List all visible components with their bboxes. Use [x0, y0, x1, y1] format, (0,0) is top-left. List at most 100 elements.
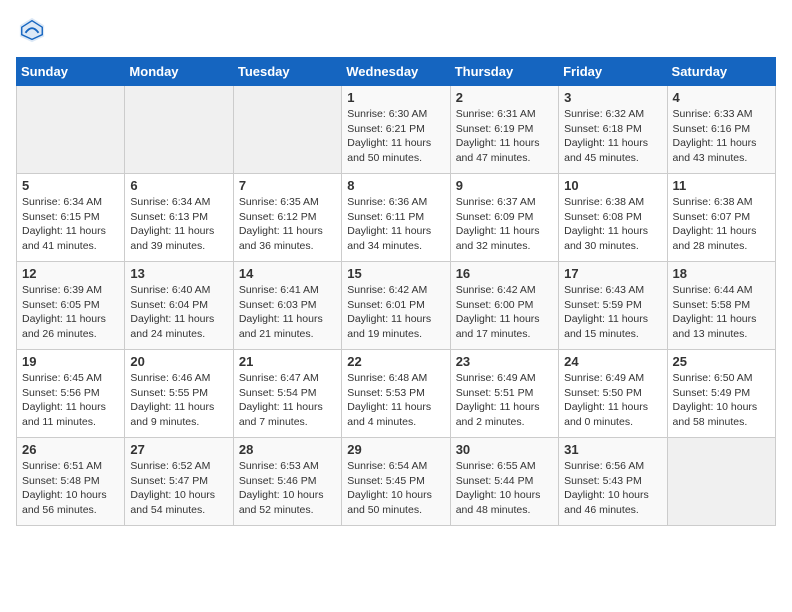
calendar-cell: 10 Sunrise: 6:38 AM Sunset: 6:08 PM Dayli… — [559, 174, 667, 262]
calendar-cell: 16 Sunrise: 6:42 AM Sunset: 6:00 PM Dayli… — [450, 262, 558, 350]
day-number: 13 — [130, 266, 227, 281]
day-number: 28 — [239, 442, 336, 457]
calendar-cell — [233, 86, 341, 174]
calendar-week-4: 19 Sunrise: 6:45 AM Sunset: 5:56 PM Dayli… — [17, 350, 776, 438]
day-info: Sunrise: 6:44 AM Sunset: 5:58 PM Dayligh… — [673, 283, 770, 342]
calendar-cell: 15 Sunrise: 6:42 AM Sunset: 6:01 PM Dayli… — [342, 262, 450, 350]
calendar-week-5: 26 Sunrise: 6:51 AM Sunset: 5:48 PM Dayli… — [17, 438, 776, 526]
calendar-cell: 18 Sunrise: 6:44 AM Sunset: 5:58 PM Dayli… — [667, 262, 775, 350]
weekday-header-sunday: Sunday — [17, 58, 125, 86]
calendar-cell — [17, 86, 125, 174]
day-number: 30 — [456, 442, 553, 457]
calendar-cell: 23 Sunrise: 6:49 AM Sunset: 5:51 PM Dayli… — [450, 350, 558, 438]
weekday-header-wednesday: Wednesday — [342, 58, 450, 86]
calendar-cell: 1 Sunrise: 6:30 AM Sunset: 6:21 PM Daylig… — [342, 86, 450, 174]
day-info: Sunrise: 6:43 AM Sunset: 5:59 PM Dayligh… — [564, 283, 661, 342]
day-info: Sunrise: 6:37 AM Sunset: 6:09 PM Dayligh… — [456, 195, 553, 254]
day-number: 5 — [22, 178, 119, 193]
calendar-cell: 2 Sunrise: 6:31 AM Sunset: 6:19 PM Daylig… — [450, 86, 558, 174]
calendar-cell: 29 Sunrise: 6:54 AM Sunset: 5:45 PM Dayli… — [342, 438, 450, 526]
day-number: 31 — [564, 442, 661, 457]
day-number: 16 — [456, 266, 553, 281]
day-number: 18 — [673, 266, 770, 281]
day-number: 19 — [22, 354, 119, 369]
calendar-week-1: 1 Sunrise: 6:30 AM Sunset: 6:21 PM Daylig… — [17, 86, 776, 174]
day-info: Sunrise: 6:52 AM Sunset: 5:47 PM Dayligh… — [130, 459, 227, 518]
calendar-cell: 21 Sunrise: 6:47 AM Sunset: 5:54 PM Dayli… — [233, 350, 341, 438]
day-number: 15 — [347, 266, 444, 281]
day-number: 17 — [564, 266, 661, 281]
day-number: 1 — [347, 90, 444, 105]
day-info: Sunrise: 6:42 AM Sunset: 6:01 PM Dayligh… — [347, 283, 444, 342]
calendar-cell — [125, 86, 233, 174]
day-number: 7 — [239, 178, 336, 193]
calendar-cell: 14 Sunrise: 6:41 AM Sunset: 6:03 PM Dayli… — [233, 262, 341, 350]
calendar-cell: 4 Sunrise: 6:33 AM Sunset: 6:16 PM Daylig… — [667, 86, 775, 174]
calendar-week-3: 12Sunrise: 6:39 AM Sunset: 6:05 PM Dayli… — [17, 262, 776, 350]
calendar-cell: 5 Sunrise: 6:34 AM Sunset: 6:15 PM Daylig… — [17, 174, 125, 262]
day-info: Sunrise: 6:46 AM Sunset: 5:55 PM Dayligh… — [130, 371, 227, 430]
day-info: Sunrise: 6:51 AM Sunset: 5:48 PM Dayligh… — [22, 459, 119, 518]
calendar-cell: 8 Sunrise: 6:36 AM Sunset: 6:11 PM Daylig… — [342, 174, 450, 262]
day-info: Sunrise: 6:54 AM Sunset: 5:45 PM Dayligh… — [347, 459, 444, 518]
logo-icon — [18, 16, 46, 44]
calendar-cell: 26 Sunrise: 6:51 AM Sunset: 5:48 PM Dayli… — [17, 438, 125, 526]
day-info: Sunrise: 6:33 AM Sunset: 6:16 PM Dayligh… — [673, 107, 770, 166]
day-number: 14 — [239, 266, 336, 281]
day-number: 22 — [347, 354, 444, 369]
day-info: Sunrise: 6:41 AM Sunset: 6:03 PM Dayligh… — [239, 283, 336, 342]
day-info: Sunrise: 6:30 AM Sunset: 6:21 PM Dayligh… — [347, 107, 444, 166]
logo — [16, 16, 46, 49]
calendar-cell: 25Sunrise: 6:50 AM Sunset: 5:49 PM Dayli… — [667, 350, 775, 438]
day-number: 23 — [456, 354, 553, 369]
calendar-cell: 3 Sunrise: 6:32 AM Sunset: 6:18 PM Daylig… — [559, 86, 667, 174]
calendar-cell: 7 Sunrise: 6:35 AM Sunset: 6:12 PM Daylig… — [233, 174, 341, 262]
calendar-cell: 31 Sunrise: 6:56 AM Sunset: 5:43 PM Dayli… — [559, 438, 667, 526]
day-number: 24 — [564, 354, 661, 369]
day-info: Sunrise: 6:45 AM Sunset: 5:56 PM Dayligh… — [22, 371, 119, 430]
calendar-cell: 11Sunrise: 6:38 AM Sunset: 6:07 PM Dayli… — [667, 174, 775, 262]
calendar-cell: 17 Sunrise: 6:43 AM Sunset: 5:59 PM Dayli… — [559, 262, 667, 350]
day-info: Sunrise: 6:55 AM Sunset: 5:44 PM Dayligh… — [456, 459, 553, 518]
day-info: Sunrise: 6:49 AM Sunset: 5:51 PM Dayligh… — [456, 371, 553, 430]
day-number: 8 — [347, 178, 444, 193]
day-number: 4 — [673, 90, 770, 105]
day-info: Sunrise: 6:34 AM Sunset: 6:15 PM Dayligh… — [22, 195, 119, 254]
day-number: 3 — [564, 90, 661, 105]
calendar-cell: 30 Sunrise: 6:55 AM Sunset: 5:44 PM Dayli… — [450, 438, 558, 526]
day-number: 10 — [564, 178, 661, 193]
day-number: 29 — [347, 442, 444, 457]
day-info: Sunrise: 6:49 AM Sunset: 5:50 PM Dayligh… — [564, 371, 661, 430]
day-info: Sunrise: 6:50 AM Sunset: 5:49 PM Dayligh… — [673, 371, 770, 430]
day-info: Sunrise: 6:56 AM Sunset: 5:43 PM Dayligh… — [564, 459, 661, 518]
weekday-row: SundayMondayTuesdayWednesdayThursdayFrid… — [17, 58, 776, 86]
day-number: 9 — [456, 178, 553, 193]
calendar-header: SundayMondayTuesdayWednesdayThursdayFrid… — [17, 58, 776, 86]
weekday-header-friday: Friday — [559, 58, 667, 86]
calendar-cell: 24 Sunrise: 6:49 AM Sunset: 5:50 PM Dayli… — [559, 350, 667, 438]
day-number: 2 — [456, 90, 553, 105]
weekday-header-monday: Monday — [125, 58, 233, 86]
calendar-cell: 22 Sunrise: 6:48 AM Sunset: 5:53 PM Dayli… — [342, 350, 450, 438]
day-info: Sunrise: 6:47 AM Sunset: 5:54 PM Dayligh… — [239, 371, 336, 430]
calendar-week-2: 5 Sunrise: 6:34 AM Sunset: 6:15 PM Daylig… — [17, 174, 776, 262]
day-info: Sunrise: 6:48 AM Sunset: 5:53 PM Dayligh… — [347, 371, 444, 430]
day-number: 6 — [130, 178, 227, 193]
weekday-header-thursday: Thursday — [450, 58, 558, 86]
calendar-body: 1 Sunrise: 6:30 AM Sunset: 6:21 PM Daylig… — [17, 86, 776, 526]
weekday-header-saturday: Saturday — [667, 58, 775, 86]
day-info: Sunrise: 6:42 AM Sunset: 6:00 PM Dayligh… — [456, 283, 553, 342]
day-number: 26 — [22, 442, 119, 457]
day-info: Sunrise: 6:53 AM Sunset: 5:46 PM Dayligh… — [239, 459, 336, 518]
day-info: Sunrise: 6:38 AM Sunset: 6:07 PM Dayligh… — [673, 195, 770, 254]
day-info: Sunrise: 6:31 AM Sunset: 6:19 PM Dayligh… — [456, 107, 553, 166]
day-info: Sunrise: 6:36 AM Sunset: 6:11 PM Dayligh… — [347, 195, 444, 254]
day-number: 12 — [22, 266, 119, 281]
calendar-cell: 13Sunrise: 6:40 AM Sunset: 6:04 PM Dayli… — [125, 262, 233, 350]
day-info: Sunrise: 6:35 AM Sunset: 6:12 PM Dayligh… — [239, 195, 336, 254]
day-info: Sunrise: 6:32 AM Sunset: 6:18 PM Dayligh… — [564, 107, 661, 166]
calendar-table: SundayMondayTuesdayWednesdayThursdayFrid… — [16, 57, 776, 526]
day-number: 27 — [130, 442, 227, 457]
day-number: 21 — [239, 354, 336, 369]
day-info: Sunrise: 6:38 AM Sunset: 6:08 PM Dayligh… — [564, 195, 661, 254]
